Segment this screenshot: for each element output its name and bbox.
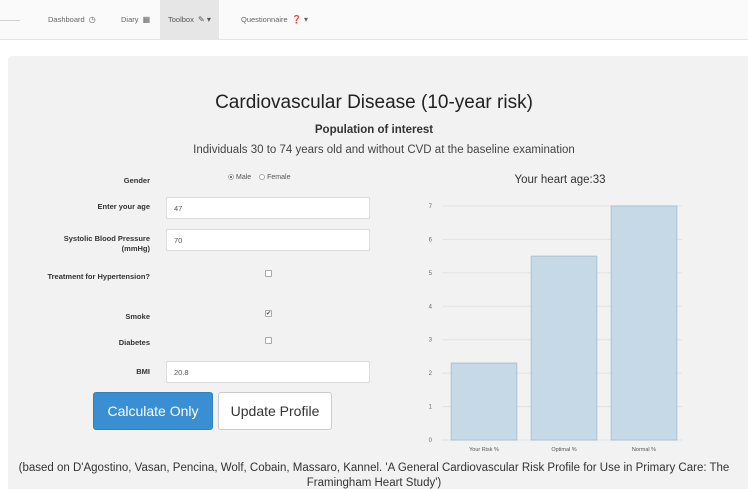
update-profile-button[interactable]: Update Profile [218,392,332,430]
y-tick-label: 6 [429,237,433,243]
nav-diary[interactable]: Diary ▦ [113,0,158,40]
gender-label: Gender [123,176,150,185]
question-icon: ❓ ▾ [291,15,308,24]
smoke-label: Smoke [125,312,150,321]
nav-toolbox[interactable]: Toolbox ✎ ▾ [160,0,219,40]
clock-icon: ◷ [88,15,96,24]
diabetes-checkbox[interactable] [265,337,272,344]
y-tick-label: 2 [429,371,433,377]
y-tick-label: 4 [429,304,433,310]
bmi-input[interactable]: 20.8 [166,361,370,383]
gender-female-radio[interactable] [259,174,266,180]
wrench-icon: ✎ ▾ [197,15,211,24]
risk-bar-chart: 0 1 2 3 4 5 6 7 Your Risk % Optimal % Normal % [429,204,682,453]
bar [610,205,678,441]
y-tick-label: 5 [429,271,433,277]
smoke-checkbox[interactable]: ✔ [265,310,272,317]
diabetes-label: Diabetes [118,338,150,347]
gender-radio-group: Male Female [228,174,296,181]
population-description: Individuals 30 to 74 years old and witho… [193,144,575,156]
sbp-input[interactable]: 70 [166,229,370,251]
navbar-divider [0,20,20,21]
bmi-label: BMI [136,367,150,376]
heart-age-readout: Your heart age:33 [514,174,606,186]
top-navbar: Dashboard ◷ Diary ▦ Toolbox ✎ ▾ Question… [0,0,748,40]
nav-diary-label: Diary [121,15,139,24]
gender-male-radio[interactable] [228,174,234,180]
gender-male-label: Male [236,174,252,181]
age-label: Enter your age [97,202,150,211]
x-tick-label: Normal % [632,447,656,453]
x-tick-label: Optimal % [551,447,576,453]
y-tick-label: 0 [429,438,433,444]
x-tick-label: Your Risk % [469,447,499,453]
y-tick-label: 3 [429,338,433,344]
calculate-button[interactable]: Calculate Only [93,392,213,430]
gender-female-label: Female [267,174,291,181]
citation-text: (based on D'Agostino, Vasan, Pencina, Wo… [18,462,730,489]
bar [450,362,518,441]
y-tick-label: 1 [429,405,433,411]
page-title: Cardiovascular Disease (10-year risk) [215,92,533,113]
treatment-checkbox[interactable] [265,270,272,277]
calendar-icon: ▦ [142,15,151,24]
nav-questionnaire[interactable]: Questionnaire ❓ ▾ [233,0,316,40]
age-input[interactable]: 47 [166,197,370,219]
bar [530,255,598,441]
sbp-label: Systolic Blood Pressure (mmHg) [63,234,150,253]
nav-questionnaire-label: Questionnaire [241,15,288,24]
page-subtitle: Population of interest [314,124,434,136]
treatment-label: Treatment for Hypertension? [47,272,150,281]
nav-dashboard-label: Dashboard [48,15,85,24]
nav-toolbox-label: Toolbox [168,15,194,24]
nav-dashboard[interactable]: Dashboard ◷ [40,0,104,40]
y-tick-label: 7 [429,204,433,210]
